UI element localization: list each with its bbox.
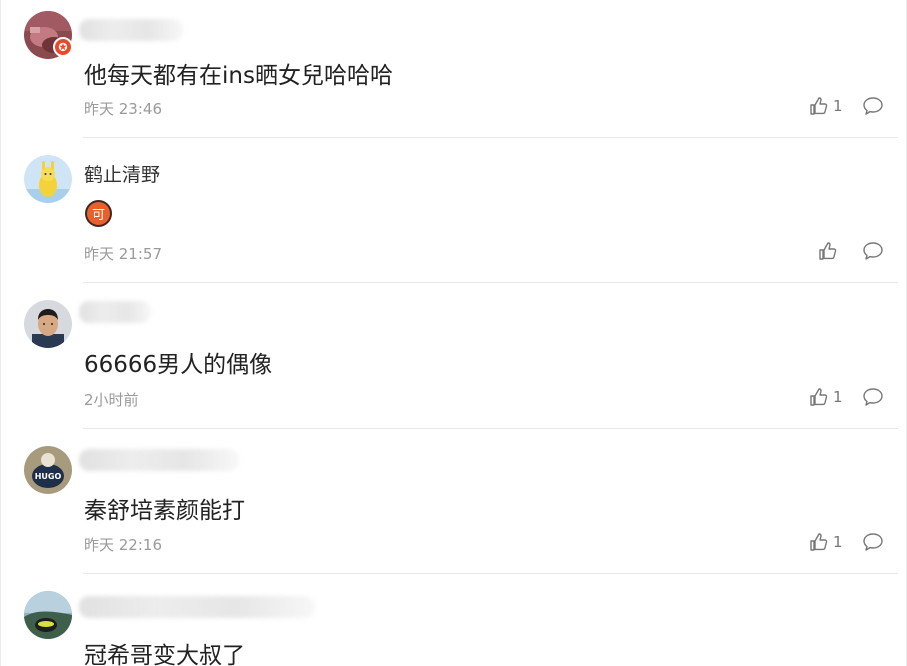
like-button[interactable]: 1 xyxy=(809,532,843,552)
avatar[interactable] xyxy=(24,591,72,639)
comment-time: 昨天 21:57 xyxy=(84,245,162,263)
reply-button[interactable] xyxy=(862,241,884,265)
thumbs-up-icon xyxy=(810,97,828,115)
comment-time: 昨天 23:46 xyxy=(84,100,162,118)
username-redacted xyxy=(79,19,183,41)
like-button[interactable]: 1 xyxy=(809,387,843,407)
username-redacted xyxy=(79,449,239,471)
comment-text: 秦舒培素颜能打 xyxy=(84,498,245,524)
comment-item: 冠希哥变大叔了 xyxy=(1,574,906,666)
thumbs-up-icon xyxy=(819,242,837,260)
comment-text: 冠希哥变大叔了 xyxy=(84,643,245,666)
avatar[interactable] xyxy=(24,155,72,203)
reply-button[interactable] xyxy=(862,532,884,556)
username-redacted xyxy=(79,596,315,618)
emoji-ke: 可 xyxy=(85,200,112,227)
thumbs-up-icon xyxy=(810,388,828,406)
comment-item: ✪ 他每天都有在ins晒女兒哈哈哈 昨天 23:46 1 xyxy=(1,0,906,137)
like-button[interactable] xyxy=(818,241,838,261)
comment-text: 他每天都有在ins晒女兒哈哈哈 xyxy=(84,63,393,89)
comment-time: 昨天 22:16 xyxy=(84,536,162,554)
comment-text: 66666男人的偶像 xyxy=(84,352,273,378)
comment-item: HUGO 秦舒培素颜能打 昨天 22:16 1 xyxy=(1,429,906,573)
comment-time: 2小时前 xyxy=(84,391,139,409)
reply-button[interactable] xyxy=(862,96,884,120)
avatar-text: HUGO xyxy=(35,472,62,481)
thumbs-up-icon xyxy=(810,533,828,551)
like-button[interactable]: 1 xyxy=(809,96,843,116)
star-badge-icon: ✪ xyxy=(53,37,73,57)
comment-feed: ✪ 他每天都有在ins晒女兒哈哈哈 昨天 23:46 1 鹤止清野 可 昨天 2… xyxy=(0,0,907,666)
like-count: 1 xyxy=(833,388,843,406)
speech-bubble-icon xyxy=(863,533,883,551)
username[interactable]: 鹤止清野 xyxy=(84,160,160,187)
speech-bubble-icon xyxy=(863,242,883,260)
comment-item: 鹤止清野 可 昨天 21:57 xyxy=(1,138,906,282)
reply-button[interactable] xyxy=(862,387,884,411)
avatar[interactable]: HUGO xyxy=(24,446,72,494)
like-count: 1 xyxy=(833,97,843,115)
speech-bubble-icon xyxy=(863,388,883,406)
like-count: 1 xyxy=(833,533,843,551)
speech-bubble-icon xyxy=(863,97,883,115)
comment-item: 66666男人的偶像 2小时前 1 xyxy=(1,283,906,428)
username-redacted xyxy=(79,301,151,323)
avatar[interactable] xyxy=(24,300,72,348)
